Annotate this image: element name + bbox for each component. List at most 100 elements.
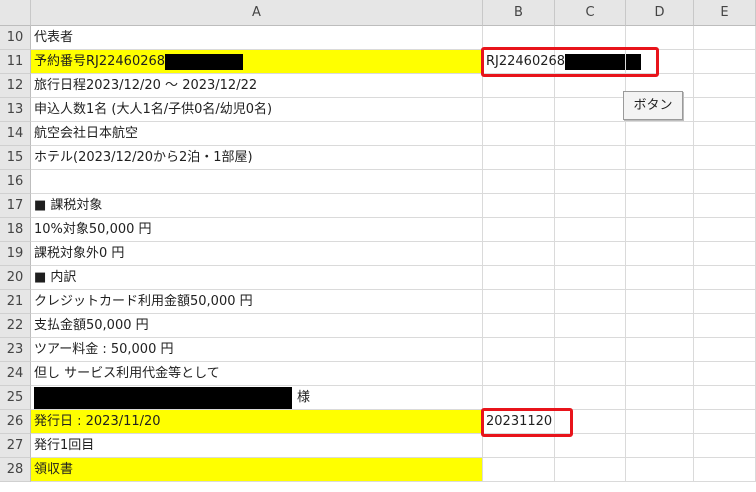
cell-b12[interactable]: [483, 74, 555, 98]
cell-b17[interactable]: [483, 194, 555, 218]
cell-c13[interactable]: [555, 98, 626, 122]
cell-b19[interactable]: [483, 242, 555, 266]
column-header-c[interactable]: C: [555, 0, 626, 26]
row-header-28[interactable]: 28: [0, 458, 31, 482]
row-header-24[interactable]: 24: [0, 362, 31, 386]
select-all-corner[interactable]: [0, 0, 31, 26]
cell-a11[interactable]: 予約番号RJ22460268: [31, 50, 483, 74]
row-header-21[interactable]: 21: [0, 290, 31, 314]
cell-a13[interactable]: 申込人数1名 (大人1名/子供0名/幼児0名): [31, 98, 483, 122]
row-header-12[interactable]: 12: [0, 74, 31, 98]
cell-d22[interactable]: [626, 314, 694, 338]
cell-a10[interactable]: 代表者: [31, 26, 483, 50]
row-header-26[interactable]: 26: [0, 410, 31, 434]
cell-b14[interactable]: [483, 122, 555, 146]
cell-c16[interactable]: [555, 170, 626, 194]
column-header-d[interactable]: D: [626, 0, 694, 26]
cell-d16[interactable]: [626, 170, 694, 194]
cell-b18[interactable]: [483, 218, 555, 242]
row-header-15[interactable]: 15: [0, 146, 31, 170]
cell-c21[interactable]: [555, 290, 626, 314]
cell-c22[interactable]: [555, 314, 626, 338]
cell-c28[interactable]: [555, 458, 626, 482]
cell-a22[interactable]: 支払金額50,000 円: [31, 314, 483, 338]
cell-d19[interactable]: [626, 242, 694, 266]
cell-c18[interactable]: [555, 218, 626, 242]
cell-a23[interactable]: ツアー料金 : 50,000 円: [31, 338, 483, 362]
column-header-b[interactable]: B: [483, 0, 555, 26]
cell-e22[interactable]: [694, 314, 756, 338]
cell-b16[interactable]: [483, 170, 555, 194]
row-header-10[interactable]: 10: [0, 26, 31, 50]
row-header-25[interactable]: 25: [0, 386, 31, 410]
cell-c14[interactable]: [555, 122, 626, 146]
cell-e15[interactable]: [694, 146, 756, 170]
row-header-16[interactable]: 16: [0, 170, 31, 194]
row-header-27[interactable]: 27: [0, 434, 31, 458]
cell-c27[interactable]: [555, 434, 626, 458]
cell-e26[interactable]: [694, 410, 756, 434]
cell-e10[interactable]: [694, 26, 756, 50]
row-header-22[interactable]: 22: [0, 314, 31, 338]
row-header-18[interactable]: 18: [0, 218, 31, 242]
cell-d15[interactable]: [626, 146, 694, 170]
cell-e16[interactable]: [694, 170, 756, 194]
cell-b21[interactable]: [483, 290, 555, 314]
cell-e27[interactable]: [694, 434, 756, 458]
row-header-11[interactable]: 11: [0, 50, 31, 74]
row-header-19[interactable]: 19: [0, 242, 31, 266]
cell-a24[interactable]: 但し サービス利用代金等として: [31, 362, 483, 386]
cell-a28[interactable]: 領収書: [31, 458, 483, 482]
cell-c15[interactable]: [555, 146, 626, 170]
cell-e25[interactable]: [694, 386, 756, 410]
cell-e28[interactable]: [694, 458, 756, 482]
cell-c23[interactable]: [555, 338, 626, 362]
cell-e13[interactable]: [694, 98, 756, 122]
cell-c12[interactable]: [555, 74, 626, 98]
cell-c19[interactable]: [555, 242, 626, 266]
cell-d24[interactable]: [626, 362, 694, 386]
cell-d21[interactable]: [626, 290, 694, 314]
cell-a27[interactable]: 発行1回目: [31, 434, 483, 458]
cell-d26[interactable]: [626, 410, 694, 434]
cell-c25[interactable]: [555, 386, 626, 410]
cell-a15[interactable]: ホテル(2023/12/20から2泊・1部屋): [31, 146, 483, 170]
row-header-17[interactable]: 17: [0, 194, 31, 218]
cell-b13[interactable]: [483, 98, 555, 122]
cell-a14[interactable]: 航空会社日本航空: [31, 122, 483, 146]
cell-a26[interactable]: 発行日 : 2023/11/20: [31, 410, 483, 434]
cell-e24[interactable]: [694, 362, 756, 386]
cell-e21[interactable]: [694, 290, 756, 314]
cell-a16[interactable]: [31, 170, 483, 194]
cell-a20[interactable]: ■ 内訳: [31, 266, 483, 290]
cell-e18[interactable]: [694, 218, 756, 242]
row-header-14[interactable]: 14: [0, 122, 31, 146]
cell-c17[interactable]: [555, 194, 626, 218]
cell-b23[interactable]: [483, 338, 555, 362]
cell-a19[interactable]: 課税対象外0 円: [31, 242, 483, 266]
row-header-13[interactable]: 13: [0, 98, 31, 122]
macro-button[interactable]: ボタン: [623, 91, 683, 120]
cell-a21[interactable]: クレジットカード利用金額50,000 円: [31, 290, 483, 314]
cell-d18[interactable]: [626, 218, 694, 242]
cell-a17[interactable]: ■ 課税対象: [31, 194, 483, 218]
cell-e20[interactable]: [694, 266, 756, 290]
column-header-e[interactable]: E: [694, 0, 756, 26]
cell-b20[interactable]: [483, 266, 555, 290]
cell-e12[interactable]: [694, 74, 756, 98]
cell-b25[interactable]: [483, 386, 555, 410]
cell-c20[interactable]: [555, 266, 626, 290]
cell-b24[interactable]: [483, 362, 555, 386]
cell-b22[interactable]: [483, 314, 555, 338]
cell-a12[interactable]: 旅行日程2023/12/20 〜 2023/12/22: [31, 74, 483, 98]
cell-d28[interactable]: [626, 458, 694, 482]
cell-e23[interactable]: [694, 338, 756, 362]
cell-b27[interactable]: [483, 434, 555, 458]
cell-d25[interactable]: [626, 386, 694, 410]
cell-e11[interactable]: [694, 50, 756, 74]
cell-b28[interactable]: [483, 458, 555, 482]
row-header-20[interactable]: 20: [0, 266, 31, 290]
cell-e19[interactable]: [694, 242, 756, 266]
cell-e14[interactable]: [694, 122, 756, 146]
cell-a18[interactable]: 10%対象50,000 円: [31, 218, 483, 242]
